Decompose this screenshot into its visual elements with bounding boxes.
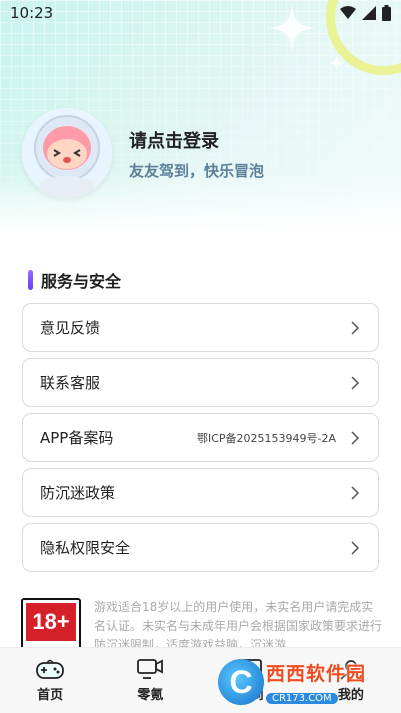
tab-home[interactable]: 首页 bbox=[0, 648, 100, 713]
profile-tagline: 友友驾到，快乐冒泡 bbox=[129, 162, 265, 180]
status-bar: 10:23 bbox=[0, 0, 401, 28]
menu-item-label: 隐私权限安全 bbox=[40, 539, 131, 557]
site-watermark: C 西西软件园 CR173.COM bbox=[218, 654, 388, 710]
status-icons bbox=[340, 5, 391, 21]
app-filing-number: 鄂ICP备2025153949号-2A bbox=[196, 431, 336, 445]
menu-item-customer-service[interactable]: 联系客服 bbox=[22, 358, 379, 407]
menu-item-label: APP备案码 bbox=[40, 429, 114, 447]
chevron-right-icon bbox=[351, 320, 360, 335]
section-header: 服务与安全 bbox=[28, 268, 121, 292]
menu-item-label: 防沉迷政策 bbox=[40, 484, 116, 502]
menu-item-feedback[interactable]: 意见反馈 bbox=[22, 303, 379, 352]
tab-zero-krypton[interactable]: 零氪 bbox=[100, 648, 200, 713]
tab-label: 零氪 bbox=[137, 688, 164, 703]
video-icon bbox=[137, 659, 164, 679]
login-prompt[interactable]: 请点击登录 bbox=[129, 127, 219, 153]
chevron-right-icon bbox=[351, 430, 360, 445]
menu-item-app-filing[interactable]: APP备案码 鄂ICP备2025153949号-2A bbox=[22, 413, 379, 462]
age-rating-label: 18+ bbox=[26, 603, 76, 641]
service-menu: 意见反馈 联系客服 APP备案码 鄂ICP备2025153949号-2A 防沉迷… bbox=[22, 303, 379, 578]
status-time: 10:23 bbox=[10, 4, 54, 22]
menu-item-privacy[interactable]: 隐私权限安全 bbox=[22, 523, 379, 572]
menu-item-label: 联系客服 bbox=[40, 374, 101, 392]
battery-icon bbox=[382, 5, 391, 21]
chevron-right-icon bbox=[351, 375, 360, 390]
watermark-url: CR173.COM bbox=[266, 693, 338, 704]
menu-item-anti-addiction[interactable]: 防沉迷政策 bbox=[22, 468, 379, 517]
chevron-right-icon bbox=[351, 540, 360, 555]
section-title: 服务与安全 bbox=[41, 272, 122, 291]
chevron-right-icon bbox=[351, 485, 360, 500]
sparkle-icon bbox=[328, 54, 346, 72]
wifi-icon bbox=[340, 6, 356, 19]
menu-item-label: 意见反馈 bbox=[40, 319, 101, 337]
section-accent-bar bbox=[28, 270, 33, 290]
watermark-logo-icon: C bbox=[218, 659, 264, 705]
watermark-brand: 西西软件园 bbox=[266, 663, 367, 685]
watermark-text: 西西软件园 CR173.COM bbox=[266, 659, 366, 705]
astronaut-avatar-icon bbox=[22, 108, 112, 198]
signal-icon bbox=[362, 6, 376, 20]
tab-label: 首页 bbox=[37, 688, 64, 703]
gamepad-icon bbox=[36, 659, 65, 679]
avatar[interactable] bbox=[22, 108, 112, 198]
